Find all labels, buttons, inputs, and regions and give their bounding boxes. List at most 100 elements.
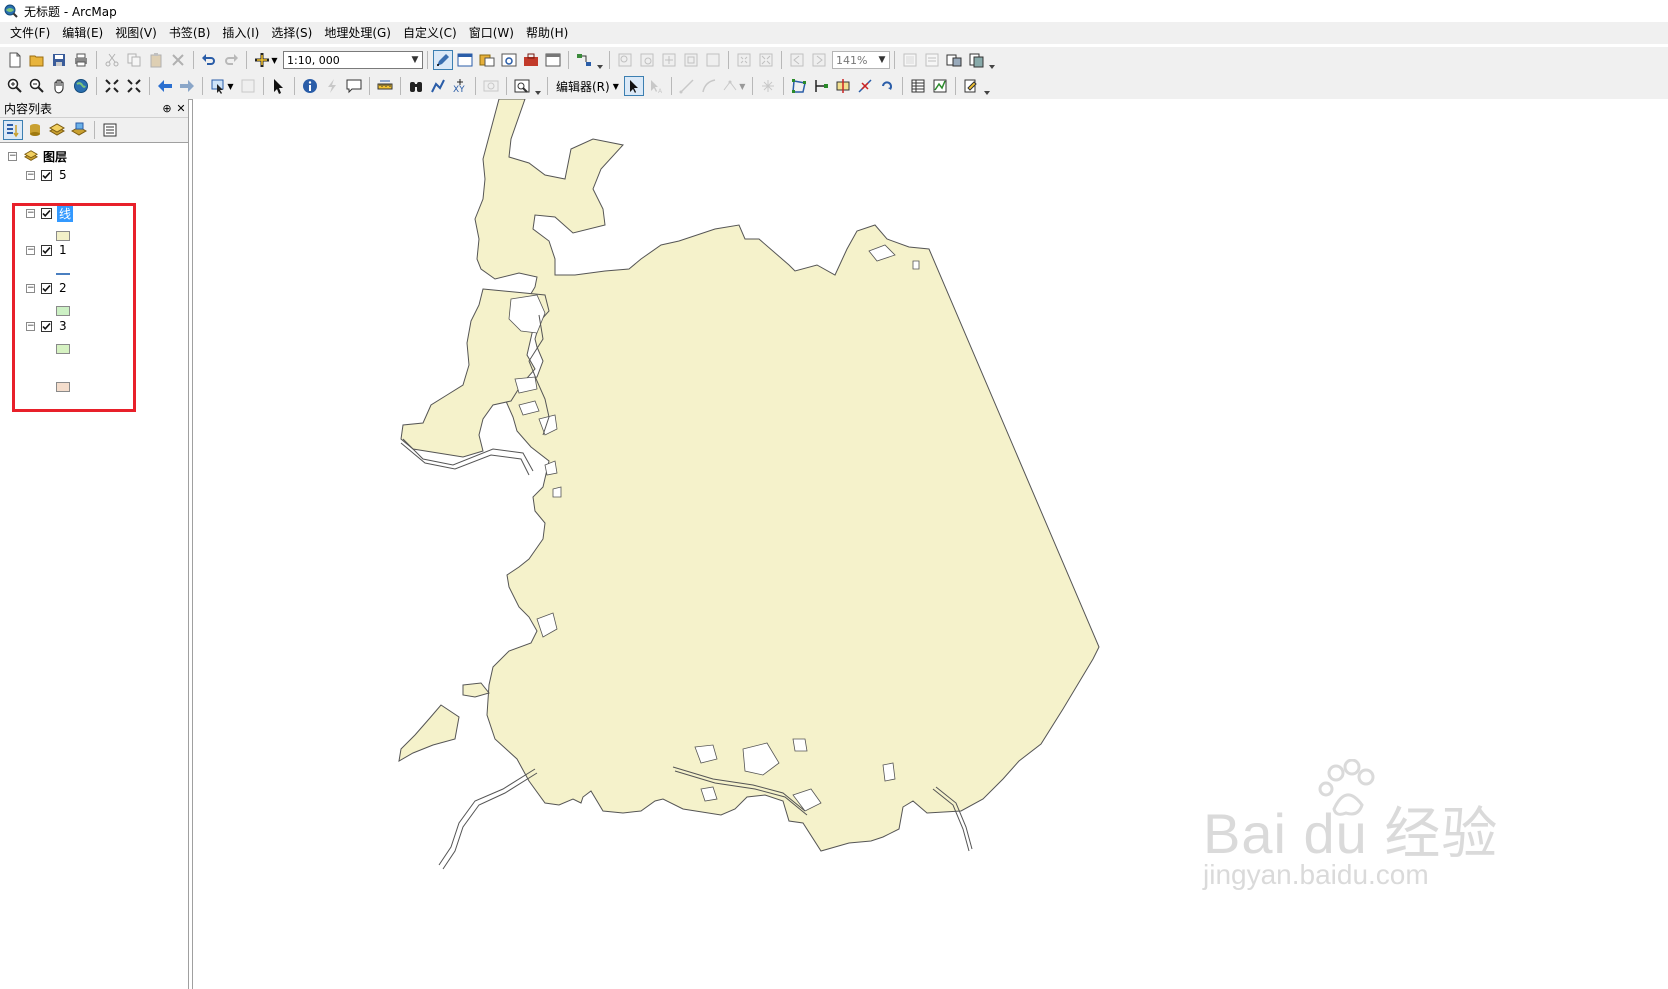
zoom-100-button[interactable] (703, 50, 723, 70)
collapse-icon[interactable]: − (8, 151, 17, 161)
catalog-button[interactable] (477, 50, 497, 70)
zoom-in-button[interactable] (5, 76, 25, 96)
menu-geoprocessing[interactable]: 地理处理(G) (318, 22, 397, 44)
split-tool-button[interactable] (855, 76, 875, 96)
zoom-whole-page-button[interactable] (681, 50, 701, 70)
find-route-button[interactable] (428, 76, 448, 96)
layer-visibility-checkbox[interactable] (41, 169, 52, 181)
edit-tool-button[interactable] (623, 76, 644, 96)
arctoolbox-button[interactable] (521, 50, 541, 70)
print-button[interactable] (71, 50, 91, 70)
zoom-out-button[interactable] (27, 76, 47, 96)
time-slider-button[interactable] (481, 76, 501, 96)
open-button[interactable] (27, 50, 47, 70)
sketch-properties-button[interactable] (930, 76, 950, 96)
construction-tools-button[interactable]: ▼ (721, 76, 747, 96)
go-back-extent-layout-button[interactable] (787, 50, 807, 70)
editor-menu-button[interactable]: 编辑器(R) ▼ (552, 76, 623, 96)
toolbar-options-grip[interactable] (535, 77, 541, 95)
menu-file[interactable]: 文件(F) (4, 22, 56, 44)
go-forward-extent-layout-button[interactable] (809, 50, 829, 70)
fixed-zoom-in-button[interactable] (102, 76, 122, 96)
select-elements-button[interactable] (269, 76, 289, 96)
close-icon[interactable]: ✕ (174, 102, 188, 115)
data-driven-pages-button[interactable] (966, 50, 986, 70)
menu-selection[interactable]: 选择(S) (265, 22, 318, 44)
layout-zoom-combo[interactable]: 141% ▼ (832, 51, 890, 69)
rotate-tool-button[interactable] (877, 76, 897, 96)
menu-windows[interactable]: 窗口(W) (463, 22, 520, 44)
toolbar-options-grip[interactable] (989, 51, 995, 69)
copy-button[interactable] (124, 50, 144, 70)
table-of-contents-button[interactable] (455, 50, 475, 70)
menu-view[interactable]: 视图(V) (109, 22, 163, 44)
search-window-button[interactable] (499, 50, 519, 70)
polygon-feature-sw-island[interactable] (398, 704, 460, 762)
undo-button[interactable] (199, 50, 219, 70)
go-back-extent-button[interactable] (155, 76, 175, 96)
create-features-button[interactable] (961, 76, 981, 96)
fixed-zoom-in-layout-button[interactable] (734, 50, 754, 70)
reshape-feature-button[interactable] (811, 76, 831, 96)
straight-segment-button[interactable] (677, 76, 697, 96)
cut-button[interactable] (102, 50, 122, 70)
map-view[interactable]: Bai du 经验 jingyan.baidu.com (192, 99, 1668, 989)
menu-help[interactable]: 帮助(H) (520, 22, 574, 44)
focus-data-frame-button[interactable] (922, 50, 942, 70)
cut-polygons-button[interactable] (833, 76, 853, 96)
layer-row-5[interactable]: − 5 (26, 167, 69, 183)
end-point-arc-button[interactable] (699, 76, 719, 96)
toc-options-button[interactable] (100, 120, 120, 140)
html-popup-button[interactable] (344, 76, 364, 96)
go-forward-extent-button[interactable] (177, 76, 197, 96)
attributes-button[interactable] (908, 76, 928, 96)
pin-icon[interactable]: ⊕ (160, 102, 174, 115)
select-features-button[interactable]: ▼ (208, 76, 236, 96)
full-extent-button[interactable] (71, 76, 91, 96)
menu-customize[interactable]: 自定义(C) (397, 22, 463, 44)
toolbar-options-grip[interactable] (597, 51, 603, 69)
new-document-button[interactable] (5, 50, 25, 70)
layout-zoom-out-button[interactable] (637, 50, 657, 70)
fixed-zoom-out-layout-button[interactable] (756, 50, 776, 70)
edit-annotation-button[interactable]: A (646, 76, 666, 96)
clear-selection-button[interactable] (238, 76, 258, 96)
save-button[interactable] (49, 50, 69, 70)
polygon-feature-islet[interactable] (462, 682, 490, 698)
list-by-drawing-order-button[interactable] (3, 120, 23, 140)
polygon-feature[interactable] (474, 99, 1100, 852)
find-button[interactable] (406, 76, 426, 96)
menu-insert[interactable]: 插入(I) (216, 22, 265, 44)
layer-group-row[interactable]: − 图层 (8, 148, 67, 164)
list-by-selection-button[interactable] (69, 120, 89, 140)
editor-toolbar-toggle[interactable] (433, 50, 453, 70)
menu-bookmarks[interactable]: 书签(B) (163, 22, 217, 44)
toolbar-options-grip[interactable] (984, 77, 990, 95)
redo-button[interactable] (221, 50, 241, 70)
layout-pan-button[interactable] (659, 50, 679, 70)
identify-button[interactable] (300, 76, 320, 96)
add-data-button[interactable]: ▼ (252, 50, 280, 70)
change-layout-button[interactable] (944, 50, 964, 70)
modelbuilder-button[interactable] (574, 50, 594, 70)
map-scale-combo[interactable]: 1:10, 000 ▼ (283, 51, 423, 69)
list-by-source-button[interactable] (25, 120, 45, 140)
time-slider-icon (483, 80, 499, 92)
python-window-button[interactable] (543, 50, 563, 70)
sketch-point-button[interactable] (758, 76, 778, 96)
measure-button[interactable] (375, 76, 395, 96)
toggle-draft-mode-button[interactable] (900, 50, 920, 70)
layout-zoom-in-button[interactable] (615, 50, 635, 70)
list-by-visibility-button[interactable] (47, 120, 67, 140)
edit-vertices-button[interactable] (789, 76, 809, 96)
create-viewer-window-button[interactable] (512, 76, 532, 96)
hyperlink-button[interactable] (322, 76, 342, 96)
paste-button[interactable] (146, 50, 166, 70)
delete-button[interactable] (168, 50, 188, 70)
fixed-zoom-out-button[interactable] (124, 76, 144, 96)
pan-button[interactable] (49, 76, 69, 96)
menu-edit[interactable]: 编辑(E) (56, 22, 109, 44)
layer-name[interactable]: 5 (57, 168, 69, 182)
collapse-icon[interactable]: − (26, 170, 35, 180)
go-to-xy-button[interactable]: XY (450, 76, 470, 96)
